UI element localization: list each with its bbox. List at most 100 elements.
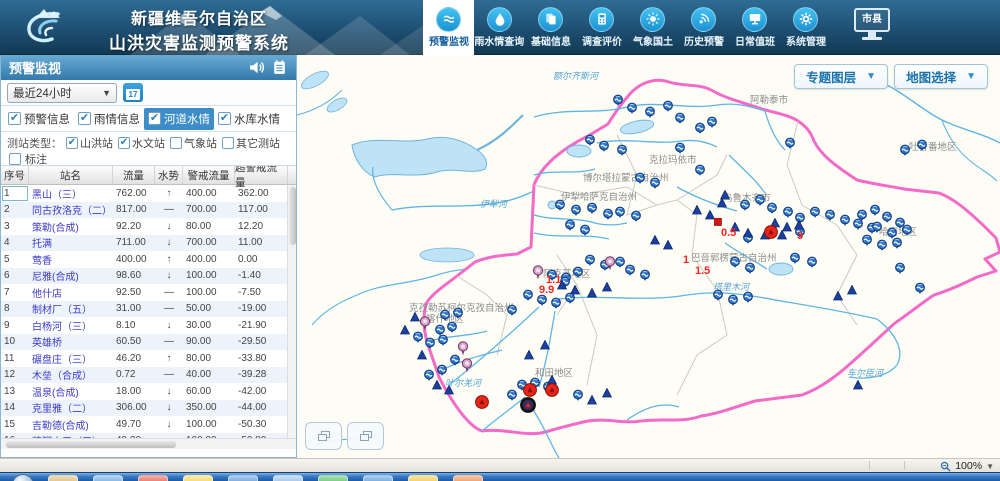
table-row[interactable]: 4托满711.00↓700.0011.00 [1, 235, 296, 252]
nav-item-4[interactable]: 调查评价 [576, 0, 627, 55]
filter-chip-4[interactable]: ✔水库水情 [214, 108, 284, 130]
taskbar-app-icon-3[interactable] [138, 475, 168, 481]
checkbox[interactable]: ✔ [78, 112, 91, 125]
browser-zoom-control[interactable]: 100% ▼ [940, 459, 994, 473]
window-tool-button-2[interactable] [347, 422, 384, 450]
table-row[interactable]: 8制材厂（五）31.00—50.00-19.00 [1, 301, 296, 318]
flow-value: 762.00 [113, 185, 155, 202]
nav-item-5[interactable]: 气象国土 [627, 0, 678, 55]
city-county-button[interactable]: 市县 [848, 8, 896, 50]
triangle-station-marker[interactable] [854, 380, 863, 389]
table-row[interactable]: 9白杨河（三）8.10↓30.00-21.90 [1, 317, 296, 334]
nav-item-6[interactable]: 历史预警 [678, 0, 729, 55]
filter-chip-1[interactable]: ✔预警信息 [4, 108, 74, 130]
table-row[interactable]: 5莺香400.00↑400.000.00 [1, 251, 296, 268]
black-ring-alert-marker[interactable] [521, 398, 534, 411]
chevron-down-icon: ▼ [966, 71, 976, 82]
checkbox[interactable] [222, 137, 234, 149]
column-header[interactable]: 站名 [29, 166, 113, 184]
nav-item-3[interactable]: 基础信息 [525, 0, 576, 55]
red-alert-marker[interactable] [765, 226, 778, 239]
table-row[interactable]: 6尼雅(合成)98.60↓100.00-1.40 [1, 268, 296, 285]
checkbox[interactable]: ✔ [148, 112, 161, 125]
vertical-scroll-thumb[interactable] [289, 187, 296, 245]
warn-flow: 40.00 [183, 367, 235, 384]
table-row[interactable]: 2同古孜洛克（二）817.00—700.00117.00 [1, 202, 296, 219]
horizontal-scrollbar[interactable] [1, 438, 296, 449]
taskbar-app-icon-1[interactable] [48, 475, 78, 481]
time-range-row: 最近24小时 ▼ 17 [1, 80, 296, 106]
column-header[interactable]: 序号 [1, 166, 29, 184]
row-no: 8 [1, 301, 29, 318]
pin-station-marker[interactable] [425, 370, 434, 381]
station-type-2[interactable]: ✔水文站 [118, 135, 165, 151]
over-warn-flow: 362.00 [235, 185, 288, 202]
nav-item-8[interactable]: 系统管理 [780, 0, 831, 55]
speaker-icon[interactable] [248, 59, 265, 76]
red-alert-marker[interactable] [524, 384, 537, 397]
table-row[interactable]: 15吉勒德(合成)49.70↓100.00-50.30 [1, 416, 296, 433]
column-header[interactable]: 水势 [155, 166, 183, 184]
checkbox[interactable]: ✔ [8, 112, 21, 125]
column-header[interactable]: 超警戒流量 [235, 166, 288, 184]
filter-chip-3[interactable]: ✔河道水情 [144, 108, 214, 130]
table-row[interactable]: 13温泉(合成)18.00↓60.00-42.00 [1, 383, 296, 400]
vertical-scrollbar[interactable] [287, 185, 296, 439]
notebook-icon[interactable] [271, 59, 288, 76]
nav-item-label: 系统管理 [786, 34, 826, 48]
nav-item-label: 历史预警 [684, 34, 724, 48]
checkbox[interactable] [170, 137, 182, 149]
triangle-station-marker[interactable] [418, 350, 427, 359]
filter-checkbox-row: ✔预警信息✔雨情信息✔河道水情✔水库水情 [1, 106, 296, 132]
window-tool-button-1[interactable] [305, 422, 342, 450]
pin-station-marker[interactable] [901, 145, 910, 156]
checkbox[interactable]: ✔ [66, 137, 78, 149]
taskbar-app-icon-7[interactable] [318, 475, 348, 481]
thematic-layers-button[interactable]: 专题图层 ▼ [794, 64, 888, 89]
os-taskbar[interactable] [0, 472, 1000, 481]
filter-label: 预警信息 [24, 111, 70, 127]
checkbox[interactable]: ✔ [218, 112, 231, 125]
table-row[interactable]: 7他什店92.50—100.00-7.50 [1, 284, 296, 301]
taskbar-app-icon-5[interactable] [228, 475, 258, 481]
station-name: 制材厂（五） [29, 301, 113, 318]
taskbar-app-icon-9[interactable] [408, 475, 438, 481]
station-type-4[interactable]: 其它测站 [222, 135, 280, 151]
nav-item-1[interactable]: 预警监视 [423, 0, 474, 55]
red-square-alert-marker[interactable] [714, 218, 721, 225]
row-no: 3 [1, 218, 29, 235]
table-row[interactable]: 11碾盘庄（三）46.20↑80.00-33.80 [1, 350, 296, 367]
station-type-1[interactable]: ✔山洪站 [66, 135, 113, 151]
filter-chip-2[interactable]: ✔雨情信息 [74, 108, 144, 130]
column-header[interactable]: 警戒流量 [183, 166, 235, 184]
time-range-select[interactable]: 最近24小时 ▼ [7, 83, 117, 103]
map-select-button[interactable]: 地图选择 ▼ [894, 64, 988, 89]
table-row[interactable]: 14克里雅（二）306.00↓350.00-44.00 [1, 400, 296, 417]
annotation-checkbox[interactable] [9, 153, 21, 165]
column-header[interactable]: 流量 [113, 166, 155, 184]
checkbox[interactable]: ✔ [118, 137, 130, 149]
nav-item-2[interactable]: 雨水情查询 [474, 0, 525, 55]
taskbar-app-icon-10[interactable] [453, 475, 483, 481]
start-orb[interactable] [12, 474, 34, 481]
horizontal-scroll-thumb[interactable] [6, 441, 176, 448]
taskbar-app-icon-2[interactable] [93, 475, 123, 481]
table-row[interactable]: 1黑山（三）762.00↑400.00362.00 [1, 185, 296, 202]
pin-station-marker[interactable] [414, 332, 423, 343]
table-row[interactable]: 3策勒(合成)92.20↓80.0012.20 [1, 218, 296, 235]
calendar-icon[interactable]: 17 [123, 83, 143, 102]
station-type-3[interactable]: 气象站 [170, 135, 217, 151]
xinjiang-map[interactable]: 阿勒泰市克拉玛依市吐鲁番地区博尔塔拉蒙古自治州伊犁哈萨克自治州乌鲁木齐市巴音郭楞… [297, 55, 1000, 458]
nav-item-7[interactable]: 日常值班 [729, 0, 780, 55]
red-alert-marker[interactable] [546, 384, 559, 397]
table-row[interactable]: 12木垒（合成）0.72—40.00-39.28 [1, 367, 296, 384]
taskbar-app-icon-8[interactable] [363, 475, 393, 481]
app-title: 新疆维吾尔自治区 山洪灾害监测预警系统 [74, 5, 324, 54]
red-alert-marker[interactable] [476, 396, 489, 409]
table-row[interactable]: 10英雄桥60.50—90.00-29.50 [1, 334, 296, 351]
triangle-station-marker[interactable] [401, 325, 410, 334]
map-canvas[interactable]: 阿勒泰市克拉玛依市吐鲁番地区博尔塔拉蒙古自治州伊犁哈萨克自治州乌鲁木齐市巴音郭楞… [297, 55, 1000, 458]
taskbar-app-icon-4[interactable] [183, 475, 213, 481]
nav-item-label: 预警监视 [429, 34, 469, 48]
taskbar-app-icon-6[interactable] [273, 475, 303, 481]
